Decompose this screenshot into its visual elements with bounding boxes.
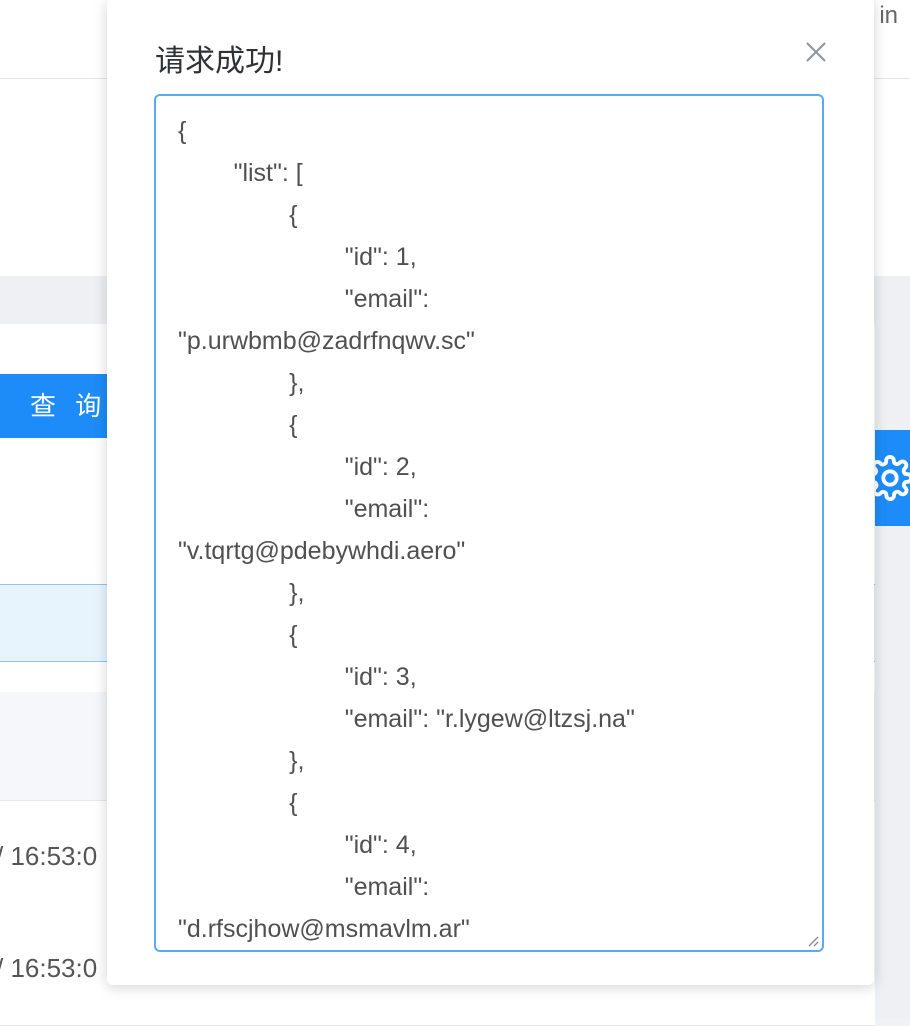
json-line: "email": [178,873,430,901]
json-line: { [178,117,187,145]
json-line: "v.tqrtg@pdebywhdi.aero" [178,537,466,565]
json-line: "email": [178,495,430,523]
row-time-cell: / 16:53:0 [0,953,98,983]
json-line: { [178,201,298,229]
json-line: "d.rfscjhow@msmavlm.ar" [178,915,470,943]
row-time-cell: / 16:53:0 [0,841,98,871]
json-line: "id": 4, [178,831,417,859]
json-line: }, [178,369,305,397]
response-json-textarea[interactable]: { "list": [ { "id": 1, "email": "p.urwbmb… [154,94,824,952]
json-line: "id": 2, [178,453,417,481]
json-line: "id": 3, [178,663,417,691]
json-line: "email": [178,285,430,313]
close-icon [806,42,826,62]
response-dialog: 请求成功! { "list": [ { "id": 1, "email": "p.… [107,0,874,985]
json-line: "list": [ [178,159,303,187]
resize-handle-icon[interactable] [805,933,819,947]
json-line: { [178,789,298,817]
json-line: "email": "r.lygew@ltzsj.na" [178,705,635,733]
json-line: { [178,621,298,649]
json-line: }, [178,747,305,775]
json-content: { "list": [ { "id": 1, "email": "p.urwbmb… [178,110,808,950]
json-line: }, [178,579,305,607]
settings-tab[interactable] [875,430,910,526]
right-gutter [875,324,910,1018]
query-button[interactable]: 查 询 [0,374,120,438]
json-line: { [178,411,298,439]
header-user-text[interactable]: in [879,2,898,30]
json-line: "id": 1, [178,243,417,271]
dialog-title: 请求成功! [155,45,284,78]
close-button[interactable] [801,34,831,70]
json-line: "p.urwbmb@zadrfnqwv.sc" [178,327,475,355]
gear-icon [875,430,910,526]
